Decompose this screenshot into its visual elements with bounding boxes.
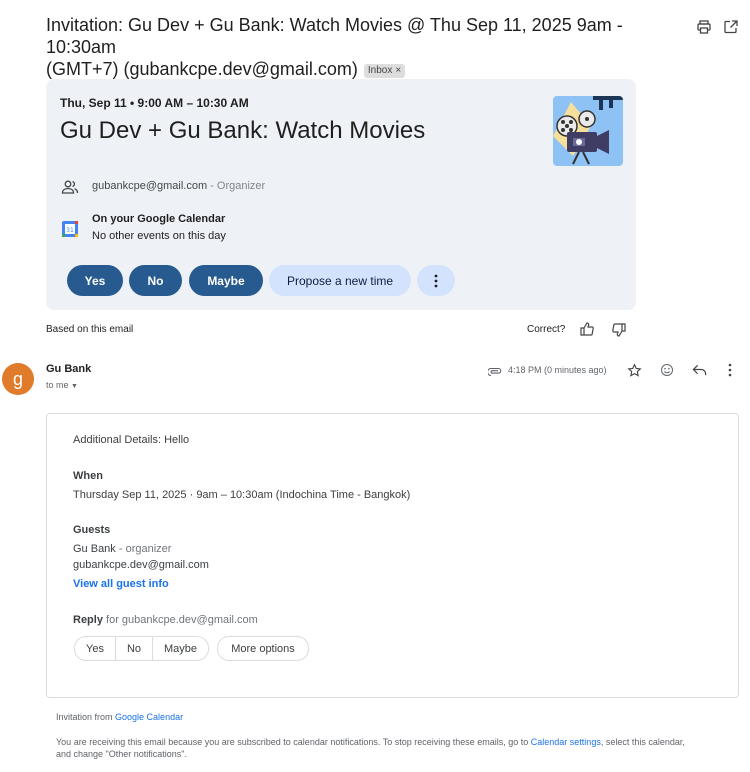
notice-text-3: and change "Other notifications". bbox=[56, 749, 187, 759]
propose-new-time-button[interactable]: Propose a new time bbox=[269, 265, 411, 296]
additional-details: Additional Details: Hello bbox=[73, 434, 190, 446]
sender-avatar[interactable]: g bbox=[2, 363, 34, 395]
invitation-from: Invitation from Google Calendar bbox=[56, 712, 183, 722]
thumbs-down-icon[interactable] bbox=[611, 322, 627, 343]
event-illustration bbox=[553, 96, 623, 166]
recipient-dropdown[interactable]: to me ▼ bbox=[46, 380, 78, 390]
notice-text-2: , select this calendar, bbox=[600, 737, 685, 747]
chevron-down-icon[interactable]: ▼ bbox=[71, 383, 78, 390]
reply-icon[interactable] bbox=[692, 363, 707, 382]
print-icon[interactable] bbox=[696, 19, 712, 40]
inbox-label-text: Inbox bbox=[367, 65, 393, 76]
guest-role: - organizer bbox=[115, 543, 172, 555]
maybe-button[interactable]: Maybe bbox=[189, 265, 263, 296]
when-label: When bbox=[73, 470, 103, 482]
calendar-subtitle: No other events on this day bbox=[92, 230, 226, 242]
emoji-reaction-icon[interactable] bbox=[660, 363, 674, 382]
when-value: Thursday Sep 11, 2025 · 9am – 10:30am (I… bbox=[73, 489, 411, 501]
reply-label: Reply bbox=[73, 614, 103, 626]
calendar-title: On your Google Calendar bbox=[92, 213, 226, 225]
svg-text:31: 31 bbox=[66, 227, 74, 234]
open-in-new-window-icon[interactable] bbox=[723, 19, 739, 40]
recipient-text: to me bbox=[46, 380, 69, 390]
reply-row: Reply for gubankcpe.dev@gmail.com bbox=[73, 614, 258, 626]
google-calendar-link[interactable]: Google Calendar bbox=[115, 712, 183, 722]
remove-label-icon[interactable]: × bbox=[395, 65, 401, 76]
invitation-body: Additional Details: Hello When Thursday … bbox=[46, 413, 739, 698]
invitation-from-text: Invitation from bbox=[56, 712, 116, 722]
guest-organizer: Gu Bank - organizer bbox=[73, 543, 171, 555]
google-calendar-icon: 31 bbox=[61, 220, 79, 243]
email-subject: Invitation: Gu Dev + Gu Bank: Watch Movi… bbox=[46, 14, 686, 80]
event-title: Gu Dev + Gu Bank: Watch Movies bbox=[60, 117, 426, 144]
no-button[interactable]: No bbox=[129, 265, 182, 296]
thumbs-up-icon[interactable] bbox=[579, 321, 595, 342]
rsvp-maybe-button[interactable]: Maybe bbox=[153, 637, 208, 660]
star-icon[interactable] bbox=[627, 363, 642, 383]
more-options-button[interactable]: More options bbox=[217, 636, 309, 661]
rsvp-yes-button[interactable]: Yes bbox=[75, 637, 116, 660]
message-time: 4:18 PM (0 minutes ago) bbox=[508, 365, 607, 375]
event-card: Thu, Sep 11 • 9:00 AM – 10:30 AM Gu Dev … bbox=[46, 79, 636, 310]
yes-button[interactable]: Yes bbox=[67, 265, 123, 296]
view-all-guest-info-link[interactable]: View all guest info bbox=[73, 578, 169, 590]
subject-line-2: (GMT+7) (gubankcpe.dev@gmail.com) bbox=[46, 59, 358, 79]
rsvp-no-button[interactable]: No bbox=[116, 637, 154, 660]
rsvp-button-group: Yes No Maybe bbox=[74, 636, 210, 661]
correct-question: Correct? bbox=[527, 324, 566, 335]
guests-label: Guests bbox=[73, 524, 111, 536]
message-more-icon[interactable] bbox=[728, 363, 732, 382]
based-on-email-text: Based on this email bbox=[46, 324, 134, 335]
event-date: Thu, Sep 11 • 9:00 AM – 10:30 AM bbox=[60, 96, 249, 110]
calendar-settings-link[interactable]: Calendar settings bbox=[531, 737, 601, 747]
more-options-icon[interactable] bbox=[417, 265, 455, 296]
guest-name: Gu Bank bbox=[73, 543, 116, 555]
reply-for: for gubankcpe.dev@gmail.com bbox=[102, 614, 258, 626]
people-icon bbox=[61, 178, 79, 201]
subject-line-1: Invitation: Gu Dev + Gu Bank: Watch Movi… bbox=[46, 15, 623, 57]
sender-name[interactable]: Gu Bank bbox=[46, 363, 91, 375]
organizer-role: - Organizer bbox=[207, 180, 266, 192]
attachment-icon bbox=[486, 364, 502, 382]
organizer-email: gubankcpe@gmail.com bbox=[92, 180, 208, 192]
inbox-label-chip[interactable]: Inbox × bbox=[363, 64, 406, 78]
organizer-row: gubankcpe@gmail.com - Organizer bbox=[92, 180, 265, 192]
guest-email: gubankcpe.dev@gmail.com bbox=[73, 559, 209, 571]
notification-notice: You are receiving this email because you… bbox=[56, 736, 746, 760]
notice-text-1: You are receiving this email because you… bbox=[56, 737, 531, 747]
